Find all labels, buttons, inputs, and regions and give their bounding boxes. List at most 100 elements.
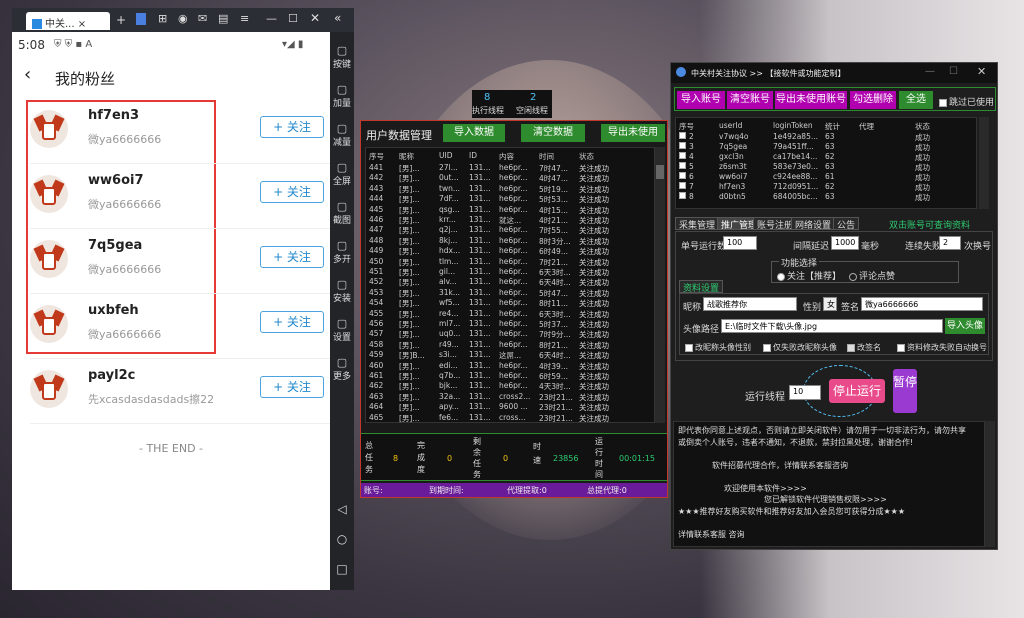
single-run-input[interactable]: 100	[723, 236, 757, 250]
select-all-button[interactable]: 全选	[899, 91, 933, 109]
tab-collect[interactable]: 采集管理	[675, 217, 720, 231]
sidebar-fullscreen-button[interactable]: ▢ 全屏	[330, 161, 354, 187]
maximize-icon[interactable]: ☐	[288, 12, 298, 25]
avatar[interactable]	[30, 305, 68, 343]
follower-item[interactable]: payl2c 先xcasdasdasdads擦22 + 关注	[30, 360, 324, 422]
avatar[interactable]	[30, 370, 68, 408]
sidebar-multi-instance-button[interactable]: ▢ 多开	[330, 239, 354, 265]
comment-radio[interactable]: 评论点赞	[849, 269, 895, 282]
table-cell: 关注成功	[579, 309, 609, 319]
table-cell: hdx...	[439, 246, 461, 256]
home-nav-icon[interactable]: ○	[330, 532, 354, 546]
nickname-input[interactable]: 战歌推荐你	[703, 297, 797, 311]
avatar[interactable]	[30, 175, 68, 213]
follower-item[interactable]: uxbfeh 微ya6666666 + 关注	[30, 295, 324, 357]
mail-icon[interactable]: ✉	[198, 12, 207, 25]
sidebar-apk-button[interactable]: ▢ 安装	[330, 278, 354, 304]
avatar[interactable]	[30, 240, 68, 278]
row-checkbox[interactable]	[679, 142, 686, 149]
fail-only-checkbox[interactable]: 仅失败改昵称头像	[763, 342, 837, 353]
profile-settings-tab[interactable]: 资料设置	[679, 280, 724, 294]
row-checkbox[interactable]	[679, 172, 686, 179]
export-unused-account-button[interactable]: 导出未使用账号	[775, 91, 847, 109]
interval-input[interactable]: 1000	[831, 236, 859, 250]
boost-icon[interactable]	[136, 13, 146, 25]
menu-icon[interactable]: ≡	[240, 12, 249, 25]
user-icon[interactable]: ◉	[178, 12, 188, 25]
row-checkbox[interactable]	[679, 182, 686, 189]
emulator-tab[interactable]: 中关... ×	[26, 12, 110, 30]
table-cell: 131...	[469, 267, 491, 276]
follow-button[interactable]: + 关注	[260, 376, 324, 398]
close-icon[interactable]: ✕	[977, 65, 986, 78]
skip-used-checkbox[interactable]: 跳过已使用	[939, 95, 994, 108]
account-table: 序号 userId loginToken 统计 代理 状态 2 v7wq4o 1e492a85.…	[675, 117, 977, 209]
sidebar-volume-down-button[interactable]: ▢ 减量	[330, 122, 354, 148]
row-checkbox[interactable]	[679, 162, 686, 169]
clear-account-button[interactable]: 清空账号	[727, 91, 773, 109]
sidebar-scissors-button[interactable]: ▢ 截图	[330, 200, 354, 226]
follow-option-label: 关注【推荐】	[787, 272, 842, 282]
sidebar-more-button[interactable]: ▢ 更多	[330, 356, 354, 382]
clear-data-button[interactable]: 清空数据	[521, 124, 585, 142]
gender-input[interactable]: 女	[823, 297, 837, 311]
signature-input[interactable]: 微ya6666666	[861, 297, 983, 311]
follow-button[interactable]: + 关注	[260, 311, 324, 333]
maximize-icon[interactable]: ☐	[949, 66, 958, 77]
table-cell: 131...	[469, 412, 491, 422]
export-unused-button[interactable]: 导出未使用	[601, 124, 665, 142]
new-tab-icon[interactable]: +	[116, 13, 126, 27]
close-icon[interactable]: ✕	[310, 11, 320, 25]
follower-item[interactable]: ww6oi7 微ya6666666 + 关注	[30, 165, 324, 227]
table-cell: he6pr...	[499, 298, 528, 308]
collapse-icon[interactable]: «	[334, 11, 341, 25]
auto-switch-checkbox[interactable]: 资料修改失败自动换号	[897, 342, 987, 353]
table-cell: he6pr...	[499, 371, 528, 380]
minimize-icon[interactable]: —	[925, 66, 935, 77]
tab-notice[interactable]: 公告	[833, 217, 860, 231]
follower-item[interactable]: hf7en3 微ya6666666 + 关注	[30, 100, 324, 162]
table-scrollbar[interactable]	[655, 147, 665, 423]
store-icon[interactable]: ▤	[218, 12, 228, 25]
idle-thread-label: 空闲线程	[516, 106, 548, 115]
fail-input[interactable]: 2	[939, 236, 961, 250]
table-cell: 6天3时...	[539, 309, 571, 319]
back-icon[interactable]: ‹	[24, 64, 31, 85]
follow-button[interactable]: + 关注	[260, 116, 324, 138]
follow-button[interactable]: + 关注	[260, 181, 324, 203]
avatar[interactable]	[30, 110, 68, 148]
follow-button[interactable]: + 关注	[260, 246, 324, 268]
table-cell: 131...	[469, 360, 491, 370]
gamepad-icon[interactable]: ⊞	[158, 12, 167, 25]
change-sign-checkbox[interactable]: 改签名	[847, 342, 881, 353]
table-cell: 关注成功	[579, 403, 609, 413]
follower-item[interactable]: 7q5gea 微ya6666666 + 关注	[30, 230, 324, 292]
import-avatar-button[interactable]: 导入头像	[945, 318, 985, 334]
run-thread-input[interactable]: 10	[789, 385, 821, 400]
row-checkbox[interactable]	[679, 132, 686, 139]
delete-checked-button[interactable]: 勾选删除	[850, 91, 896, 109]
change-nick-checkbox[interactable]: 改昵称头像性别	[685, 342, 751, 353]
table-cell: 6天4时...	[539, 278, 571, 288]
notice-scrollbar[interactable]	[985, 421, 995, 547]
follow-radio[interactable]: 关注【推荐】	[777, 269, 841, 282]
row-checkbox[interactable]	[679, 152, 686, 159]
sidebar-volume-up-button[interactable]: ▢ 加量	[330, 83, 354, 109]
import-data-button[interactable]: 导入数据	[443, 124, 505, 142]
sidebar-keyboard-button[interactable]: ▢ 按键	[330, 44, 354, 70]
pause-button[interactable]: 暂停	[893, 369, 917, 413]
import-account-button[interactable]: 导入账号	[677, 91, 725, 109]
back-nav-icon[interactable]: ◁	[330, 502, 354, 516]
minimize-icon[interactable]: —	[266, 12, 277, 25]
table-cell: [男]...	[399, 216, 420, 225]
sidebar-settings-button[interactable]: ▢ 设置	[330, 317, 354, 343]
stop-run-button[interactable]: 停止运行	[829, 379, 885, 403]
tab-network[interactable]: 网络设置	[791, 217, 836, 231]
account-scrollbar[interactable]	[979, 117, 989, 209]
close-tab-icon[interactable]: ×	[78, 19, 86, 30]
recent-nav-icon[interactable]: □	[330, 562, 354, 576]
avatar-path-input[interactable]: E:\临时文件下载\头像.jpg	[721, 319, 943, 333]
table-cell: tlm...	[439, 256, 459, 266]
row-checkbox[interactable]	[679, 192, 686, 199]
table-cell: [男]...	[399, 195, 420, 205]
